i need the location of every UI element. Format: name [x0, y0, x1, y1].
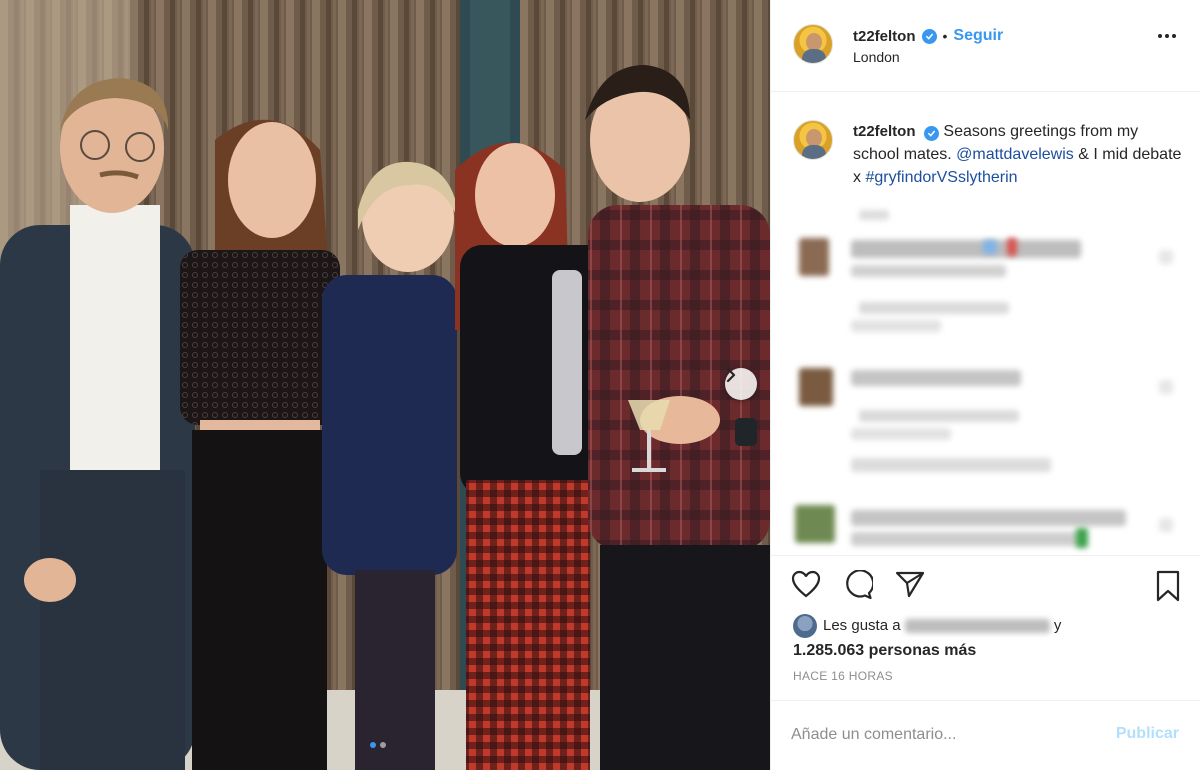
carousel-dot [370, 742, 376, 748]
post-caption: t22felton Seasons greetings from my scho… [793, 120, 1183, 189]
post-location[interactable]: London [853, 49, 900, 65]
caption-avatar[interactable] [793, 120, 833, 160]
blurred-text [851, 240, 1081, 258]
liker-avatar[interactable] [793, 614, 817, 638]
blurred-text [859, 410, 1019, 422]
blurred-text [851, 458, 1051, 472]
share-icon[interactable] [895, 570, 925, 598]
blurred-text [1159, 250, 1173, 264]
blurred-text [851, 532, 1081, 546]
comment-bar: Publicar [771, 700, 1200, 770]
blurred-text [1159, 380, 1173, 394]
heart-icon[interactable] [791, 570, 821, 598]
post-comment-button[interactable]: Publicar [1116, 725, 1179, 743]
blurred-text [1007, 238, 1017, 256]
blurred-text [1159, 518, 1173, 532]
blurred-text [1076, 528, 1088, 548]
likes-suffix: y [1053, 616, 1062, 634]
author-avatar[interactable] [793, 24, 833, 64]
bookmark-icon[interactable] [1155, 570, 1181, 602]
blurred-avatar [795, 505, 835, 543]
caption-mention[interactable]: @mattdavelewis [956, 146, 1074, 163]
comment-icon[interactable] [843, 570, 873, 600]
follow-button[interactable]: Seguir [953, 27, 1003, 45]
verified-badge-icon [923, 126, 939, 141]
more-dots-icon[interactable] [1158, 34, 1176, 38]
likes-summary: Les gusta a y 1.285.063 personas más [793, 614, 1183, 660]
likes-count[interactable]: 1.285.063 personas más [793, 642, 1183, 660]
author-username[interactable]: t22felton [853, 28, 916, 45]
blurred-avatar [799, 238, 829, 276]
blurred-text [851, 265, 1006, 277]
post-side-panel: t22felton • Seguir London t22felton Seas… [770, 0, 1200, 770]
photo-scene [0, 0, 770, 770]
blurred-liker-name [904, 619, 1050, 633]
blurred-text [851, 370, 1021, 386]
chevron-right-icon [726, 368, 736, 382]
post-header: t22felton • Seguir London [771, 0, 1200, 92]
post-timestamp[interactable]: HACE 16 HORAS [793, 669, 893, 683]
blurred-text [851, 428, 951, 440]
comment-input[interactable] [791, 721, 1091, 749]
carousel-dot [380, 742, 386, 748]
blurred-text [983, 240, 997, 254]
blurred-text [859, 210, 889, 220]
blurred-text [851, 320, 941, 332]
post-photo [0, 0, 770, 770]
blurred-avatar [799, 368, 833, 406]
blurred-text [859, 302, 1009, 314]
blurred-text [851, 510, 1126, 526]
carousel-next-button[interactable] [725, 368, 757, 400]
verified-badge-icon [921, 28, 937, 44]
caption-hashtag[interactable]: #gryfindorVSslytherin [865, 169, 1017, 186]
likes-prefix: Les gusta a [823, 616, 901, 634]
carousel-dots [370, 742, 386, 748]
action-bar [771, 555, 1200, 615]
caption-username[interactable]: t22felton [853, 123, 916, 140]
separator-dot: • [942, 28, 948, 44]
